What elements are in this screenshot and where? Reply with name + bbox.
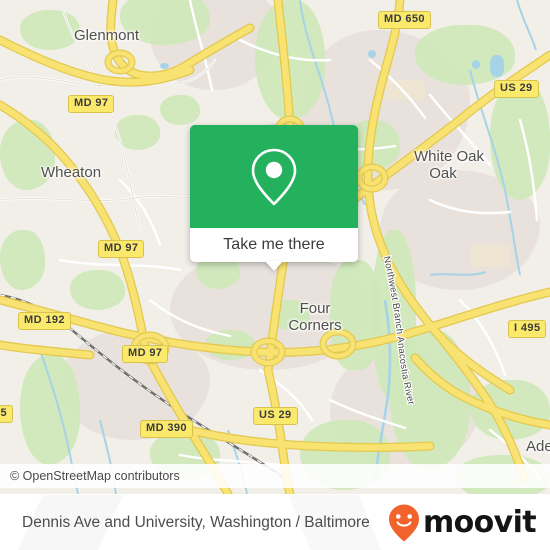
route-shield-md-650[interactable]: MD 650: [378, 11, 431, 29]
route-shield-us-29[interactable]: US 29: [253, 407, 298, 425]
place-label-white-oak: White Oak Oak: [414, 148, 485, 182]
place-label-adelphi: Ade: [526, 438, 550, 455]
moovit-pin-icon: [388, 504, 419, 541]
river-label: Northwest Branch Anacostia River: [380, 254, 418, 407]
map-pin-icon: [251, 148, 297, 205]
callout-icon-panel: [190, 125, 358, 228]
place-label-line1: White Oak: [414, 148, 485, 165]
place-label-four-corners: Four Corners: [282, 300, 348, 334]
place-label-line2: Corners: [288, 317, 342, 334]
route-shield-md-97[interactable]: MD 97: [122, 345, 169, 363]
attribution-text[interactable]: © OpenStreetMap contributors: [0, 469, 180, 483]
moovit-wordmark: moovit: [422, 504, 537, 540]
route-shield-md-390[interactable]: MD 390: [140, 420, 193, 438]
route-shield-i-495[interactable]: I 495: [508, 320, 547, 338]
callout-tail: [265, 261, 283, 271]
route-shield-us-29[interactable]: US 29: [494, 80, 539, 98]
route-shield-md-97[interactable]: MD 97: [98, 240, 145, 258]
moovit-map-screen: Northwest Branch Anacostia River Glenmon…: [0, 0, 550, 550]
svg-text:Northwest Branch Anacostia Riv: Northwest Branch Anacostia River: [381, 255, 417, 406]
take-me-there-label: Take me there: [223, 236, 325, 253]
place-label-glenmont: Glenmont: [74, 27, 140, 44]
route-shield-md-192[interactable]: MD 192: [18, 312, 71, 330]
place-label-wheaton: Wheaton: [41, 164, 102, 181]
attribution-bar: © OpenStreetMap contributors: [0, 464, 550, 488]
location-title: Dennis Ave and University, Washington / …: [22, 513, 370, 531]
footer-bar: Dennis Ave and University, Washington / …: [0, 494, 550, 550]
place-label-line2: Oak: [429, 165, 457, 182]
take-me-there-button[interactable]: Take me there: [190, 228, 358, 271]
route-shield-md-97[interactable]: MD 97: [68, 95, 115, 113]
place-label-line1: Four: [299, 300, 331, 317]
moovit-logo[interactable]: moovit: [387, 503, 537, 543]
destination-callout-card[interactable]: Take me there: [190, 125, 358, 271]
route-shield-i-495-clipped[interactable]: 95: [0, 405, 14, 423]
